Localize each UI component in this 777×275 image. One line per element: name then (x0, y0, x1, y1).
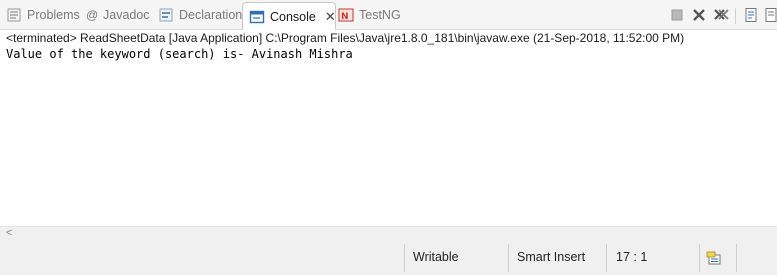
status-bar: Writable Smart Insert 17 : 1 (0, 241, 777, 275)
svg-text:N: N (341, 12, 349, 22)
status-separator (606, 244, 607, 272)
console-line: Value of the keyword (search) is- Avinas… (6, 47, 353, 61)
tab-label: Declaration (179, 8, 243, 22)
problems-icon (6, 7, 22, 23)
tab-label: Javadoc (103, 8, 150, 22)
javadoc-icon: @ (86, 8, 99, 22)
remove-all-terminated-icon[interactable] (712, 6, 730, 24)
tab-declaration[interactable]: Declaration (158, 4, 242, 26)
status-separator (508, 244, 509, 272)
status-separator (736, 244, 737, 272)
tab-testng[interactable]: N TestNG (338, 4, 401, 26)
scroll-lock-icon[interactable] (762, 6, 777, 24)
remove-launch-icon[interactable] (690, 6, 708, 24)
tab-problems[interactable]: Problems (6, 4, 80, 26)
view-tab-bar: Problems @ Javadoc Declaration Console ✕ (0, 0, 777, 30)
toolbar-divider (735, 8, 736, 24)
tab-label: TestNG (359, 8, 401, 22)
tab-label: Problems (27, 8, 80, 22)
close-icon[interactable]: ✕ (325, 9, 336, 25)
console-output[interactable]: Value of the keyword (search) is- Avinas… (0, 45, 777, 226)
terminate-icon[interactable] (668, 6, 686, 24)
pin-console-icon[interactable] (742, 6, 760, 24)
status-separator (404, 244, 405, 272)
scroll-left-arrow[interactable]: < (6, 227, 12, 239)
console-header: <terminated> ReadSheetData [Java Applica… (6, 31, 685, 45)
testng-icon: N (338, 7, 354, 23)
status-insert-mode: Smart Insert (517, 250, 586, 264)
status-task-icon[interactable] (706, 250, 724, 269)
tab-javadoc[interactable]: @ Javadoc (86, 4, 150, 26)
status-separator (699, 244, 700, 272)
status-writable: Writable (413, 250, 459, 264)
tab-console[interactable]: Console ✕ (242, 2, 336, 30)
declaration-icon (158, 7, 174, 23)
tab-label: Console (270, 9, 316, 24)
horizontal-scrollbar[interactable]: < (0, 226, 777, 241)
console-icon (249, 9, 265, 25)
status-cursor-position: 17 : 1 (616, 250, 648, 264)
